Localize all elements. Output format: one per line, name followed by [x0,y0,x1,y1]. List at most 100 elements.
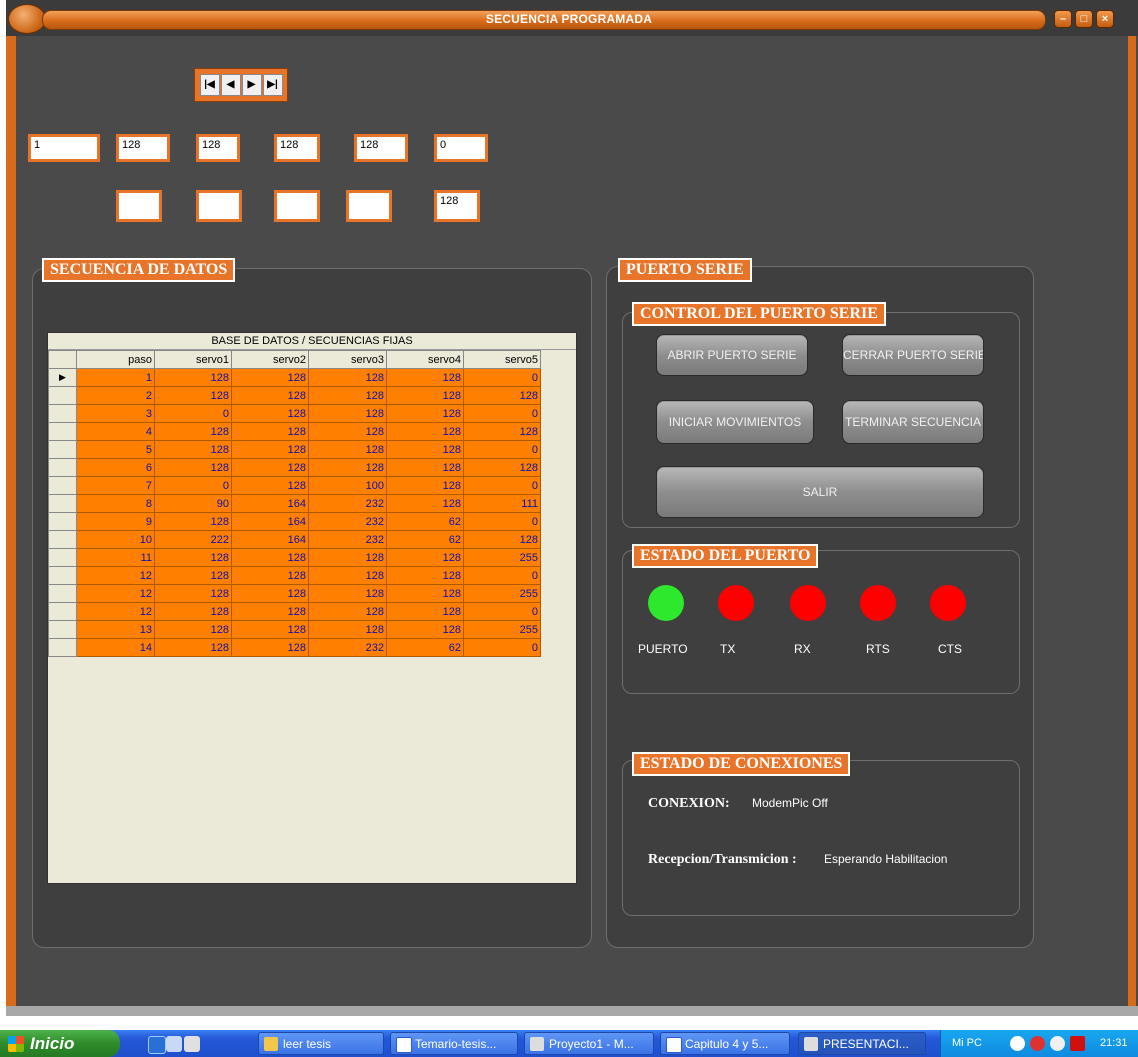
table-cell[interactable]: 128 [231,422,309,441]
table-cell[interactable]: 11 [76,548,155,567]
table-row[interactable]: 4 128 128 128 128 128 [48,422,541,441]
table-cell[interactable]: 128 [231,386,309,405]
app-icon[interactable] [184,1036,200,1052]
table-cell[interactable]: 128 [308,440,387,459]
table-cell[interactable]: 12 [76,584,155,603]
servo1-field[interactable]: 128 [116,134,170,162]
row-selector[interactable] [48,566,77,585]
table-cell[interactable]: 0 [463,602,541,621]
table-cell[interactable]: 128 [231,602,309,621]
column-header[interactable]: paso [76,350,155,369]
iniciar-movimientos-button[interactable]: INICIAR MOVIMIENTOS [656,400,814,444]
servo5-field[interactable]: 0 [434,134,488,162]
table-cell[interactable]: 0 [463,368,541,387]
table-cell[interactable]: 0 [463,404,541,423]
aux-field-3[interactable] [274,190,320,222]
table-cell[interactable]: 128 [154,440,232,459]
table-cell[interactable]: 7 [76,476,155,495]
table-cell[interactable]: 128 [463,422,541,441]
table-cell[interactable]: 128 [308,584,387,603]
start-button[interactable]: Inicio [0,1030,120,1057]
table-row[interactable]: 5 128 128 128 128 0 [48,440,541,459]
maximize-icon[interactable]: □ [1075,10,1093,28]
table-row[interactable]: 6 128 128 128 128 128 [48,458,541,477]
table-row[interactable]: 14 128 128 232 62 0 [48,638,541,657]
row-selector[interactable] [48,584,77,603]
table-row[interactable]: 3 0 128 128 128 0 [48,404,541,423]
table-cell[interactable]: 128 [386,494,464,513]
table-cell[interactable]: 128 [308,566,387,585]
table-cell[interactable]: 128 [231,368,309,387]
table-cell[interactable]: 5 [76,440,155,459]
volume-icon[interactable] [1050,1036,1065,1051]
table-cell[interactable]: 6 [76,458,155,477]
row-selector[interactable] [48,494,77,513]
column-header[interactable]: servo2 [231,350,309,369]
table-cell[interactable]: 8 [76,494,155,513]
table-cell[interactable]: 128 [308,602,387,621]
table-cell[interactable]: 128 [231,404,309,423]
table-cell[interactable]: 128 [463,530,541,549]
table-row[interactable]: 12 128 128 128 128 255 [48,584,541,603]
table-row[interactable]: 9 128 164 232 62 0 [48,512,541,531]
table-cell[interactable]: 128 [308,620,387,639]
table-cell[interactable]: 0 [463,638,541,657]
table-cell[interactable]: 164 [231,530,309,549]
table-cell[interactable]: 0 [463,512,541,531]
table-cell[interactable]: 222 [154,530,232,549]
table-cell[interactable]: 12 [76,602,155,621]
table-cell[interactable]: 128 [154,566,232,585]
table-cell[interactable]: 128 [308,386,387,405]
column-header[interactable]: servo4 [386,350,464,369]
ie-icon[interactable] [148,1036,166,1054]
table-cell[interactable]: 232 [308,512,387,531]
table-cell[interactable]: 128 [231,476,309,495]
table-cell[interactable]: 128 [386,476,464,495]
table-cell[interactable]: 128 [231,620,309,639]
table-cell[interactable]: 3 [76,404,155,423]
table-cell[interactable]: 1 [76,368,155,387]
table-cell[interactable]: 128 [386,602,464,621]
table-cell[interactable]: 128 [386,422,464,441]
table-row[interactable]: 10 222 164 232 62 128 [48,530,541,549]
network-icon[interactable] [1010,1036,1025,1051]
table-cell[interactable]: 10 [76,530,155,549]
table-cell[interactable]: 128 [308,458,387,477]
table-cell[interactable]: 128 [386,404,464,423]
table-cell[interactable]: 128 [308,422,387,441]
servo4-field[interactable]: 128 [354,134,408,162]
table-cell[interactable]: 62 [386,638,464,657]
row-selector[interactable] [48,476,77,495]
table-cell[interactable]: 62 [386,512,464,531]
table-cell[interactable]: 232 [308,530,387,549]
table-row[interactable]: 11 128 128 128 128 255 [48,548,541,567]
mi-pc-label[interactable]: Mi PC [952,1030,982,1057]
table-cell[interactable]: 128 [386,566,464,585]
table-cell[interactable]: 128 [463,458,541,477]
table-cell[interactable]: 164 [231,512,309,531]
abrir-puerto-button[interactable]: ABRIR PUERTO SERIE [656,334,808,376]
table-row[interactable]: 2 128 128 128 128 128 [48,386,541,405]
table-cell[interactable]: 128 [386,620,464,639]
media-icon[interactable] [166,1036,182,1052]
table-cell[interactable]: 128 [154,620,232,639]
table-cell[interactable]: 128 [308,404,387,423]
table-cell[interactable]: 128 [154,368,232,387]
task-temario[interactable]: Temario-tesis... [390,1032,518,1055]
table-cell[interactable]: 164 [231,494,309,513]
table-cell[interactable]: 255 [463,548,541,567]
salir-button[interactable]: SALIR [656,466,984,518]
table-cell[interactable]: 0 [463,440,541,459]
row-selector[interactable] [48,458,77,477]
table-cell[interactable]: 12 [76,566,155,585]
table-cell[interactable]: 4 [76,422,155,441]
table-cell[interactable]: 128 [386,458,464,477]
table-cell[interactable]: 111 [463,494,541,513]
table-cell[interactable]: 0 [463,566,541,585]
row-selector[interactable] [48,422,77,441]
table-cell[interactable]: 128 [154,386,232,405]
table-cell[interactable]: 62 [386,530,464,549]
table-cell[interactable]: 90 [154,494,232,513]
row-selector[interactable]: ▶ [48,368,77,387]
row-selector[interactable] [48,440,77,459]
